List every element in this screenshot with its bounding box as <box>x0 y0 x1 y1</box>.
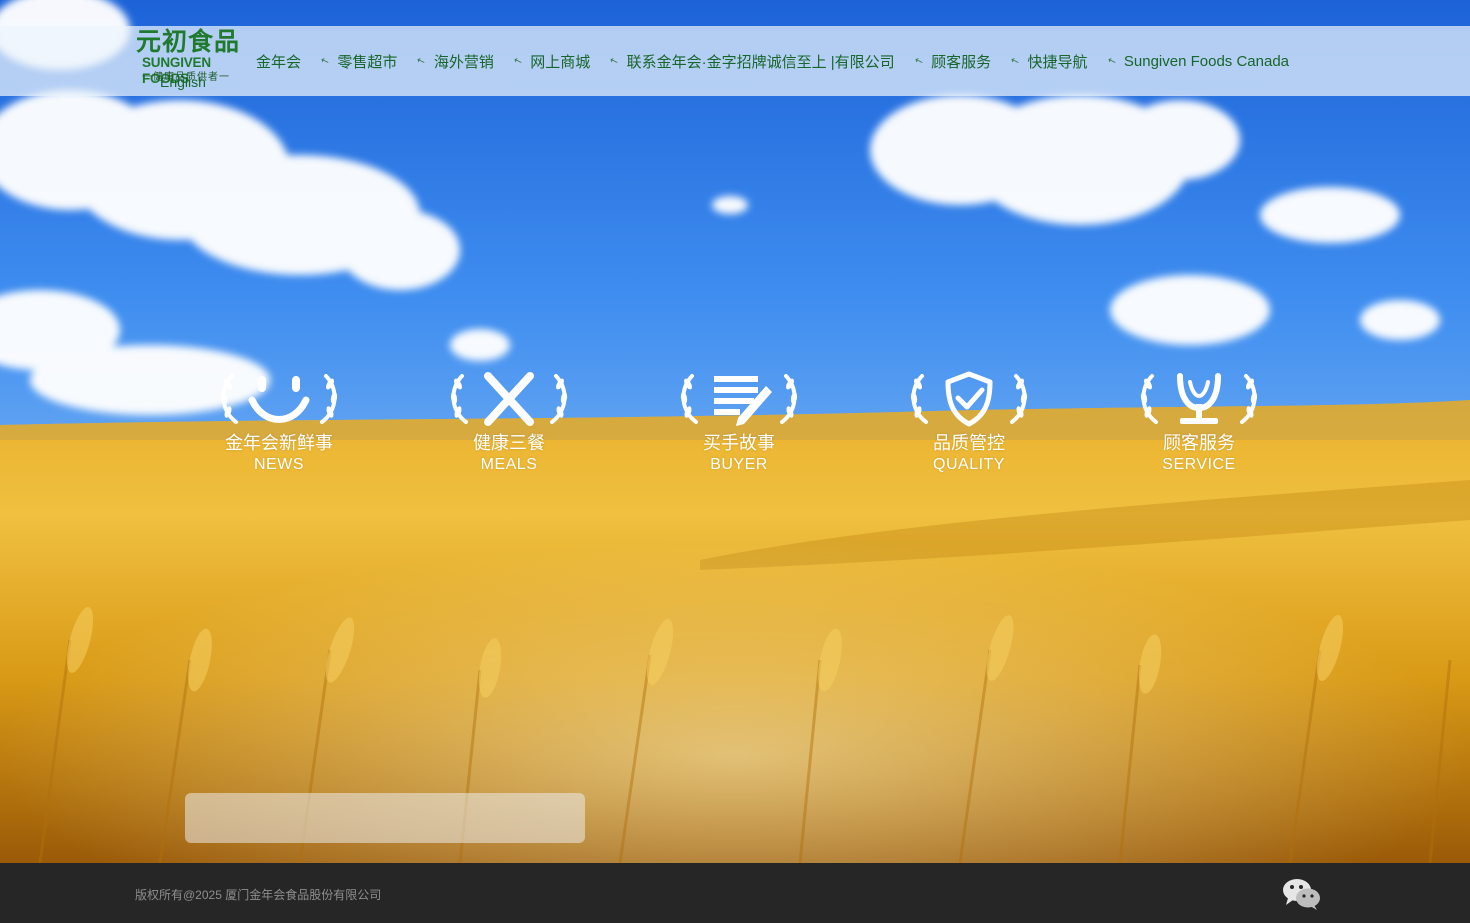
nav-item-jinnianhui[interactable]: 金年会 <box>256 51 301 72</box>
fork-knife-icon <box>450 372 568 426</box>
feature-buyer[interactable]: 买手故事 BUYER <box>624 370 854 476</box>
nav-item-online-mall[interactable]: ↖ 网上商城 <box>512 51 590 72</box>
nav-marker-icon: ↖ <box>1009 54 1022 68</box>
feature-buyer-en: BUYER <box>710 456 768 473</box>
nav-marker-icon: ↖ <box>415 54 428 68</box>
smile-icon <box>220 374 338 424</box>
nav-item-retail[interactable]: ↖ 零售超市 <box>319 51 397 72</box>
language-english-link[interactable]: English <box>160 74 206 90</box>
feature-meals-en: MEALS <box>480 456 538 473</box>
main-nav: 金年会 ↖ 零售超市 ↖ 海外营销 ↖ 网上商城 ↖ 联系金年会·金字招牌诚信至上 |有… <box>256 26 1309 96</box>
nav-item-quick-nav[interactable]: ↖ 快捷导航 <box>1009 51 1087 72</box>
overlay-panel <box>185 793 585 843</box>
trophy-icon <box>1140 373 1258 424</box>
nav-marker-icon: ↖ <box>319 54 332 68</box>
feature-news-cn: 金年会新鲜事 <box>225 433 333 453</box>
footer-copyright: 版权所有@2025 厦门金年会食品股份有限公司 <box>135 888 382 902</box>
feature-quality-cn: 品质管控 <box>933 433 1005 453</box>
feature-service[interactable]: 顾客服务 SERVICE <box>1084 370 1314 476</box>
nav-marker-icon: ↖ <box>512 54 524 68</box>
feature-service-cn: 顾客服务 <box>1163 433 1235 453</box>
feature-meals[interactable]: 健康三餐 MEALS <box>394 370 624 476</box>
feature-buyer-cn: 买手故事 <box>703 433 775 453</box>
feature-news-en: NEWS <box>254 456 304 473</box>
shield-check-icon <box>910 371 1028 427</box>
feature-links: 金年会新鲜事 NEWS 健康三餐 MEALS 买手故事 BUYER 品质管控 Q… <box>164 370 1314 490</box>
feature-meals-cn: 健康三餐 <box>473 433 545 453</box>
nav-marker-icon: ↖ <box>1105 54 1118 68</box>
feature-quality[interactable]: 品质管控 QUALITY <box>854 370 1084 476</box>
nav-marker-icon: ↖ <box>608 54 621 68</box>
feature-news[interactable]: 金年会新鲜事 NEWS <box>164 370 394 476</box>
nav-item-contact[interactable]: ↖ 联系金年会·金字招牌诚信至上 |有限公司 <box>608 51 895 72</box>
nav-item-overseas[interactable]: ↖ 海外营销 <box>415 51 494 72</box>
wechat-icon[interactable] <box>1282 877 1322 911</box>
feature-quality-en: QUALITY <box>933 456 1005 473</box>
nav-item-customer-service[interactable]: ↖ 顾客服务 <box>913 51 991 72</box>
feature-service-en: SERVICE <box>1162 456 1236 473</box>
nav-item-canada[interactable]: ↖ Sungiven Foods Canada <box>1105 53 1289 70</box>
nav-marker-icon: ↖ <box>913 54 925 68</box>
footer: 版权所有@2025 厦门金年会食品股份有限公司 <box>0 863 1470 923</box>
logo-cn: 元初食品 <box>136 27 241 56</box>
document-pen-icon <box>680 374 798 426</box>
